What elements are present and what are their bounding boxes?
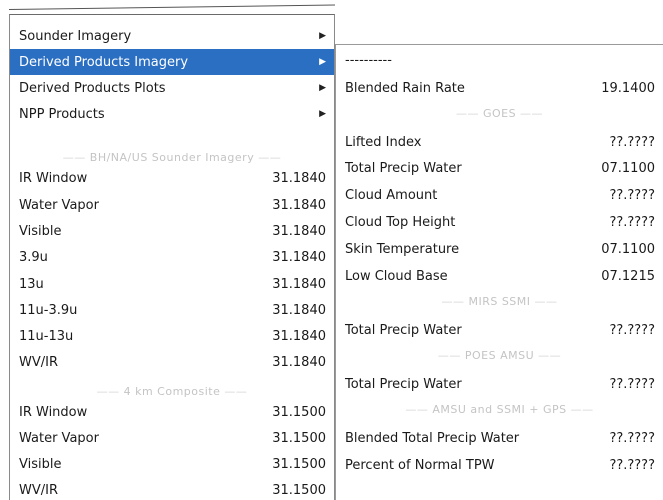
menu-item-label: Low Cloud Base — [345, 268, 448, 284]
menu-item-value: 31.1500 — [272, 404, 326, 420]
menu-item-value: ??.???? — [609, 322, 655, 338]
menu-item-label: 11u-13u — [19, 328, 74, 344]
menu-item-label: Total Precip Water — [345, 160, 462, 176]
menu-item-label: 3.9u — [19, 249, 48, 265]
menu-item-label: Total Precip Water — [345, 322, 462, 338]
menu-item-label: Water Vapor — [19, 430, 99, 446]
menu-separator-poes: —— POES AMSU —— — [437, 348, 562, 362]
menu-item-value: ??.???? — [609, 187, 655, 203]
menu-item-value: 31.1840 — [272, 197, 326, 213]
menu-item-label: 13u — [19, 276, 44, 292]
menu-stage: Sounder Imagery ▶ Derived Products Image… — [0, 0, 663, 500]
menu-item-label: Water Vapor — [19, 197, 99, 213]
menu-item-label: Sounder Imagery — [19, 28, 132, 44]
menu-item-label: IR Window — [19, 170, 88, 186]
menu-separator-amsu: —— AMSU and SSMI + GPS —— — [405, 402, 594, 416]
menu-item-label: Percent of Normal TPW — [345, 457, 495, 473]
menu-item-sounder-imagery[interactable]: Sounder Imagery ▶ — [10, 23, 334, 49]
menu-item-cloud-amount[interactable]: Cloud Amount ??.???? — [336, 182, 663, 208]
arrow-right-icon: ▶ — [319, 83, 326, 93]
menu-item-label: Total Precip Water — [345, 376, 462, 392]
menu-item-3-9u[interactable]: 3.9u 31.1840 — [10, 244, 334, 270]
menu-item-derived-products-imagery[interactable]: Derived Products Imagery ▶ — [10, 49, 334, 75]
derived-products-imagery-submenu: ---------- Blended Rain Rate 19.1400 —— … — [335, 44, 663, 500]
menu-item-label: 11u-3.9u — [19, 302, 78, 318]
menu-item-label: WV/IR — [19, 354, 58, 370]
separator-label: GOES — [482, 106, 517, 120]
menu-item-label: Derived Products Imagery — [19, 54, 189, 70]
arrow-right-icon: ▶ — [319, 57, 326, 67]
derived-products-menu: Sounder Imagery ▶ Derived Products Image… — [9, 14, 335, 500]
separator-label: MIRS SSMI — [468, 294, 531, 308]
menu-item-value: 31.1500 — [272, 456, 326, 472]
menu-item-skin-temperature[interactable]: Skin Temperature 07.1100 — [336, 236, 663, 262]
menu-item-blended-total-precip-water[interactable]: Blended Total Precip Water ??.???? — [336, 425, 663, 451]
menu-item-value: 31.1840 — [272, 354, 326, 370]
menu-item-value: 19.1400 — [601, 80, 655, 96]
menu-item-low-cloud-base[interactable]: Low Cloud Base 07.1215 — [336, 263, 663, 289]
menu-item-label: NPP Products — [19, 106, 105, 122]
menu-item-composite-visible[interactable]: Visible 31.1500 — [10, 451, 334, 477]
menu-item-ir-window[interactable]: IR Window 31.1840 — [10, 165, 334, 191]
menu-item-value: 07.1100 — [601, 160, 655, 176]
menu-item-blended-rain-rate[interactable]: Blended Rain Rate 19.1400 — [336, 75, 663, 101]
menu-item-value: ??.???? — [609, 134, 655, 150]
menu-item-11u-3-9u[interactable]: 11u-3.9u 31.1840 — [10, 297, 334, 323]
menu-item-value: ??.???? — [609, 376, 655, 392]
menu-item-wv-ir[interactable]: WV/IR 31.1840 — [10, 349, 334, 375]
separator-label: 4 km Composite — [123, 384, 221, 398]
menu-separator-mirs: —— MIRS SSMI —— — [441, 294, 558, 308]
arrow-right-icon: ▶ — [319, 31, 326, 41]
menu-item-lifted-index[interactable]: Lifted Index ??.???? — [336, 129, 663, 155]
tearoff-label: ---------- — [345, 52, 392, 68]
menu-item-total-precip-water[interactable]: Total Precip Water 07.1100 — [336, 155, 663, 181]
menu-item-13u[interactable]: 13u 31.1840 — [10, 271, 334, 297]
menu-item-label: Cloud Top Height — [345, 214, 456, 230]
menu-item-value: 31.1500 — [272, 430, 326, 446]
menu-item-label: Skin Temperature — [345, 241, 460, 257]
separator-label: BH/NA/US Sounder Imagery — [89, 150, 255, 164]
menu-item-label: WV/IR — [19, 482, 58, 498]
menu-item-value: 31.1500 — [272, 482, 326, 498]
menu-item-value: 31.1840 — [272, 249, 326, 265]
menu-item-cloud-top-height[interactable]: Cloud Top Height ??.???? — [336, 209, 663, 235]
menu-separator-sounder: —— BH/NA/US Sounder Imagery —— — [62, 150, 282, 164]
menu-item-derived-products-plots[interactable]: Derived Products Plots ▶ — [10, 75, 334, 101]
menu-item-composite-ir-window[interactable]: IR Window 31.1500 — [10, 399, 334, 425]
menu-item-label: Blended Total Precip Water — [345, 430, 520, 446]
menu-item-composite-wv-ir[interactable]: WV/IR 31.1500 — [10, 477, 334, 500]
menu-item-label: Lifted Index — [345, 134, 422, 150]
menu-item-poes-total-precip-water[interactable]: Total Precip Water ??.???? — [336, 371, 663, 397]
menu-item-label: IR Window — [19, 404, 88, 420]
tearoff-line[interactable]: ---------- — [336, 49, 663, 71]
menu-item-value: 31.1840 — [272, 328, 326, 344]
menu-item-label: Visible — [19, 456, 62, 472]
arrow-right-icon: ▶ — [319, 109, 326, 119]
menu-item-label: Blended Rain Rate — [345, 80, 465, 96]
menu-item-mirs-total-precip-water[interactable]: Total Precip Water ??.???? — [336, 317, 663, 343]
menu-item-label: Cloud Amount — [345, 187, 438, 203]
menu-item-value: ??.???? — [609, 214, 655, 230]
menu-item-visible[interactable]: Visible 31.1840 — [10, 218, 334, 244]
menu-item-label: Visible — [19, 223, 62, 239]
menu-separator-goes: —— GOES —— — [455, 106, 544, 120]
menu-item-composite-water-vapor[interactable]: Water Vapor 31.1500 — [10, 425, 334, 451]
menu-item-water-vapor[interactable]: Water Vapor 31.1840 — [10, 192, 334, 218]
menu-item-11u-13u[interactable]: 11u-13u 31.1840 — [10, 323, 334, 349]
menu-separator-composite: —— 4 km Composite —— — [96, 384, 248, 398]
menu-item-value: 07.1215 — [601, 268, 655, 284]
menu-item-label: Derived Products Plots — [19, 80, 166, 96]
menu-item-npp-products[interactable]: NPP Products ▶ — [10, 101, 334, 127]
menu-item-value: 31.1840 — [272, 302, 326, 318]
separator-label: POES AMSU — [464, 348, 535, 362]
menu-item-value: 31.1840 — [272, 276, 326, 292]
menu-item-value: ??.???? — [609, 430, 655, 446]
menu-item-percent-of-normal-tpw[interactable]: Percent of Normal TPW ??.???? — [336, 452, 663, 478]
separator-label: AMSU and SSMI + GPS — [432, 402, 567, 416]
menu-item-value: ??.???? — [609, 457, 655, 473]
menu-item-value: 31.1840 — [272, 223, 326, 239]
menu-item-value: 07.1100 — [601, 241, 655, 257]
menu-item-value: 31.1840 — [272, 170, 326, 186]
